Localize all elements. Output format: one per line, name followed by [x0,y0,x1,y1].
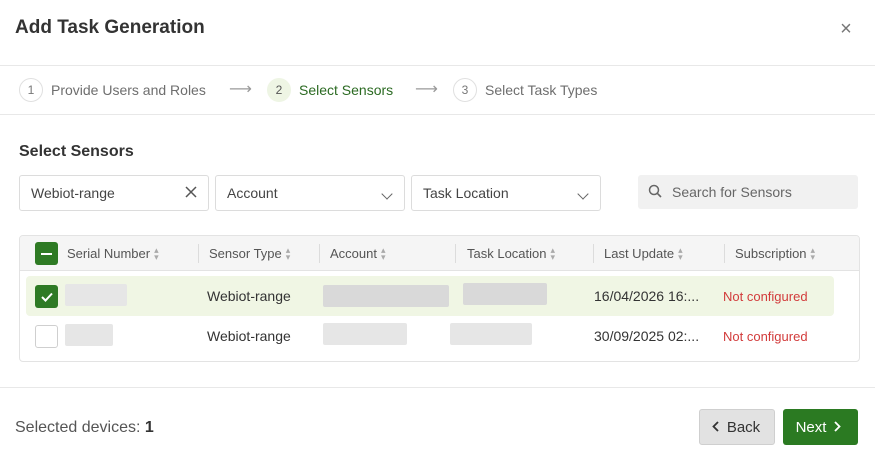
step-arrow-icon: ⟶ [415,81,438,98]
sensors-table: Serial Number ▴ ▾ Sensor Type ▴ ▾ Account … [19,235,860,362]
back-label: Back [726,418,761,436]
step-number: 2 [267,78,291,102]
section-title: Select Sensors [19,143,134,160]
column-subscription[interactable]: Subscription ▴ ▾ [735,236,815,271]
close-icon[interactable]: × [834,17,858,41]
sort-icon: ▴ ▾ [154,244,159,262]
selected-devices: Selected devices: 1 [15,419,154,437]
dialog-header: Add Task Generation × [0,0,875,66]
step-select-task-types[interactable]: 3 Select Task Types [453,78,597,102]
table-row[interactable]: Webiot-range 30/09/2025 02:... Not confi… [20,316,859,356]
sort-icon: ▴ ▾ [810,244,816,262]
sort-icon: ▴ ▾ [380,244,386,262]
dialog-footer: Selected devices: 1 Back Next [0,387,875,458]
redacted-account [323,323,407,345]
redacted-location [463,283,547,305]
row-checkbox[interactable] [35,325,58,348]
chevron-down-icon [370,185,404,201]
cell-subscription: Not configured [723,328,808,344]
clear-icon[interactable] [174,185,208,201]
task-location-filter[interactable]: Task Location [411,175,601,211]
step-label: Select Task Types [485,82,598,98]
column-sensor-type[interactable]: Sensor Type ▴ ▾ [209,236,290,271]
sensor-search[interactable] [638,175,858,209]
select-all-checkbox[interactable] [35,242,58,265]
next-label: Next [795,418,827,436]
step-number: 3 [453,78,477,102]
search-input[interactable] [672,184,852,200]
selected-devices-count: 1 [144,419,154,436]
dialog-title: Add Task Generation [15,17,205,38]
sort-icon: ▴ ▾ [550,244,556,262]
redacted-serial [65,284,127,306]
redacted-location [450,323,532,345]
sort-icon: ▴ ▾ [285,244,291,262]
search-icon [638,184,672,201]
row-checkbox[interactable] [35,285,58,308]
cell-subscription: Not configured [723,288,808,304]
sensor-type-value: Webiot-range [31,185,115,201]
step-label: Provide Users and Roles [51,82,206,98]
redacted-account [323,285,449,307]
back-button[interactable]: Back [699,409,775,445]
step-label: Select Sensors [299,82,394,98]
chevron-left-icon [712,420,719,435]
chevron-down-icon [566,185,600,201]
next-button[interactable]: Next [783,409,858,445]
step-arrow-icon: ⟶ [229,81,252,98]
cell-last-update: 16/04/2026 16:... [594,288,700,304]
account-filter[interactable]: Account [215,175,405,211]
cell-sensor-type: Webiot-range [207,328,291,344]
column-serial-number[interactable]: Serial Number ▴ ▾ [67,236,159,271]
sort-icon: ▴ ▾ [678,244,683,262]
column-task-location[interactable]: Task Location ▴ ▾ [467,236,555,271]
stepper: 1 Provide Users and Roles ⟶ 2 Select Sen… [0,66,875,115]
column-account[interactable]: Account ▴ ▾ [330,236,386,271]
sensor-type-filter[interactable]: Webiot-range [19,175,209,211]
cell-sensor-type: Webiot-range [207,288,291,304]
column-last-update[interactable]: Last Update ▴ ▾ [604,236,683,271]
task-location-placeholder: Task Location [423,185,509,201]
table-row[interactable]: Webiot-range 16/04/2026 16:... Not confi… [20,276,859,316]
table-header: Serial Number ▴ ▾ Sensor Type ▴ ▾ Account … [20,236,859,271]
cell-last-update: 30/09/2025 02:... [594,328,700,344]
step-number: 1 [19,78,43,102]
selected-devices-label: Selected devices: [15,419,141,436]
account-placeholder: Account [227,185,278,201]
step-provide-users[interactable]: 1 Provide Users and Roles [19,78,206,102]
step-select-sensors[interactable]: 2 Select Sensors [267,78,393,102]
redacted-serial [65,324,113,346]
chevron-right-icon [834,420,842,435]
